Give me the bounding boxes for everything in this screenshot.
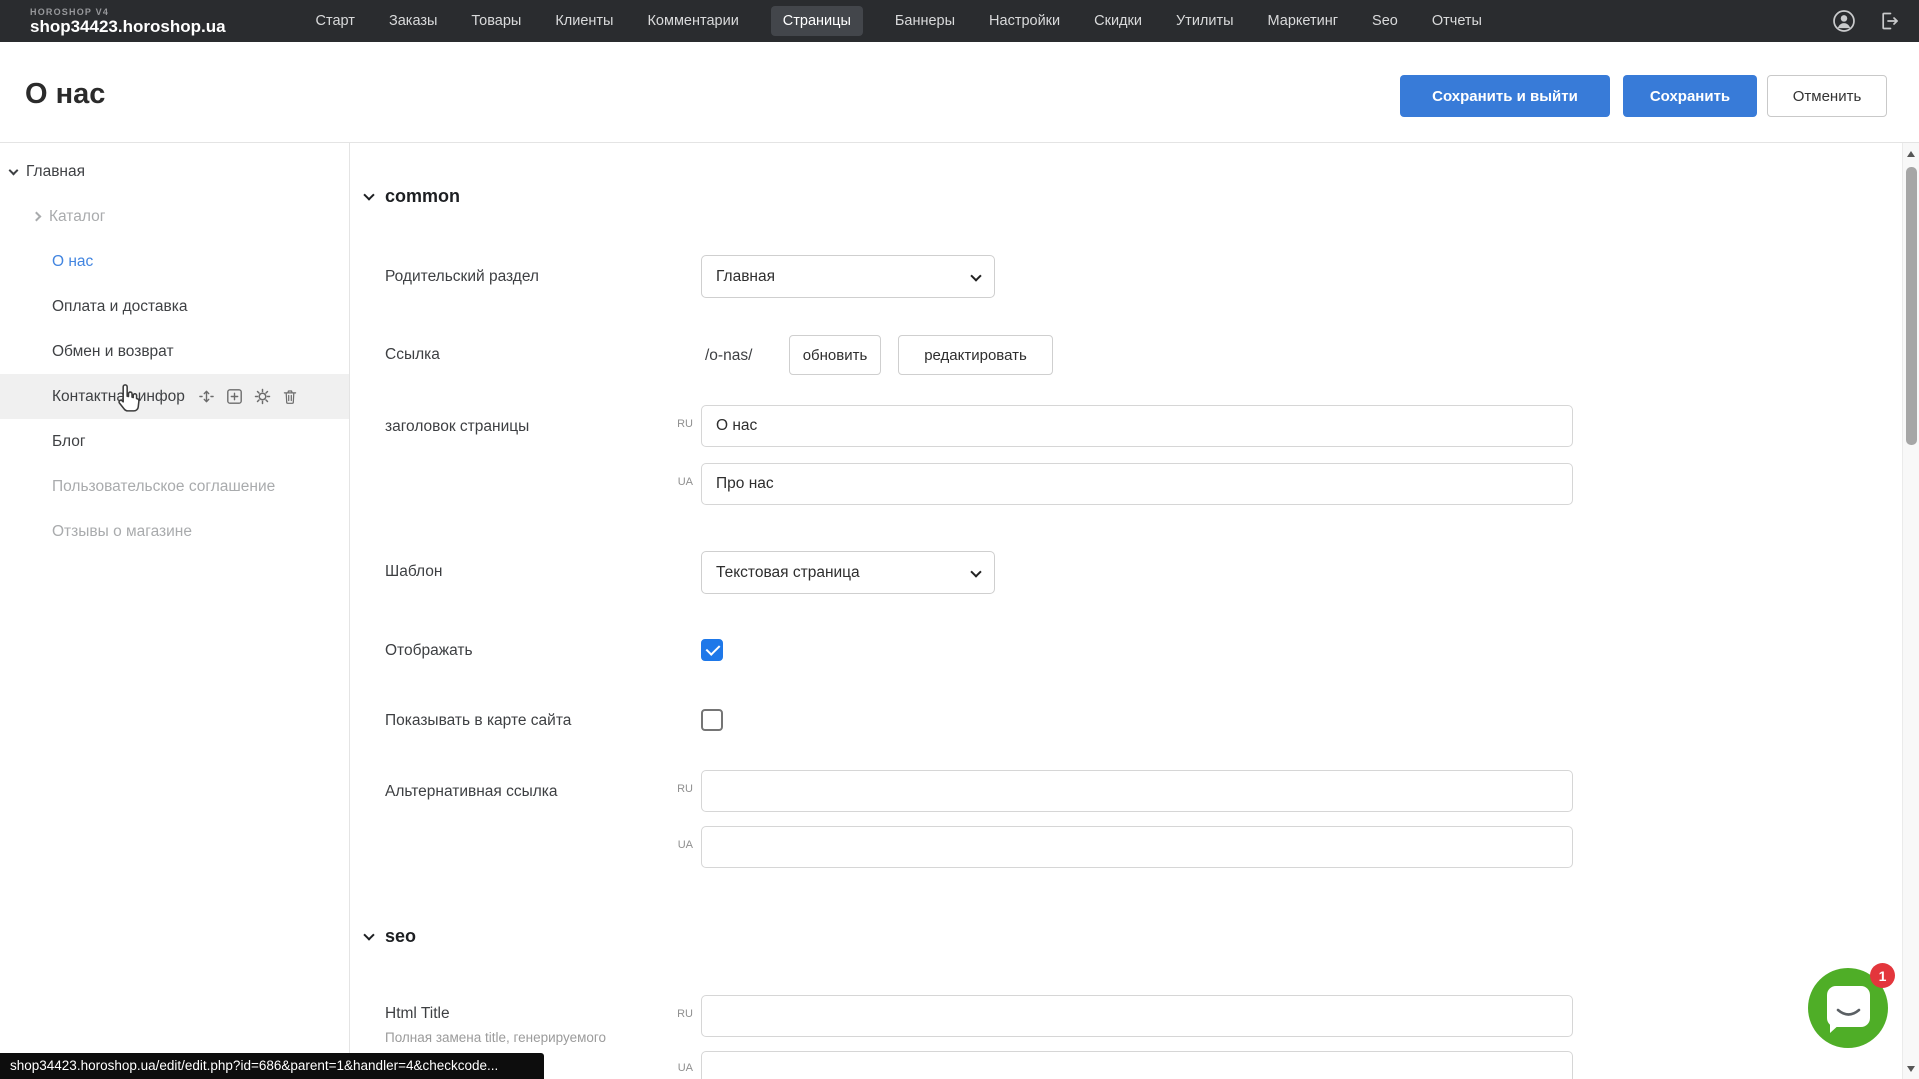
menu-item-settings[interactable]: Настройки [987,6,1062,36]
chat-bubble-icon [1827,986,1870,1027]
alt-link-ru-input[interactable] [701,770,1573,812]
lang-badge-ua: UA [660,476,693,488]
menu-item-reports[interactable]: Отчеты [1430,6,1484,36]
top-navigation-bar: HOROSHOP V4 shop34423.horoshop.ua Старт … [0,0,1919,42]
logout-icon[interactable] [1877,9,1901,33]
menu-item-seo[interactable]: Seo [1370,6,1400,36]
menu-item-discounts[interactable]: Скидки [1092,6,1144,36]
html-title-ru-input[interactable] [701,995,1573,1037]
tree-item-exchange-return[interactable]: Обмен и возврат [0,329,349,374]
section-collapse-icon [363,189,374,200]
add-page-icon[interactable] [226,388,243,405]
chat-unread-badge: 1 [1870,963,1895,988]
tree-item-user-agreement[interactable]: Пользовательское соглашение [0,464,349,509]
scroll-up-arrow-icon[interactable] [1907,151,1915,157]
page-title-ru-input[interactable] [701,405,1573,447]
tree-item-contact-info[interactable]: Контактная инфор [0,374,349,419]
pages-tree-sidebar: Главная Каталог О нас Оплата и доставка … [0,143,350,1079]
admin-page: HOROSHOP V4 shop34423.horoshop.ua Старт … [0,0,1919,1079]
section-seo[interactable]: seo [365,926,416,947]
lang-badge-ua: UA [660,1062,693,1074]
vertical-scrollbar[interactable] [1902,143,1919,1079]
lang-badge-ru: RU [660,1008,693,1020]
lang-badge-ru: RU [660,418,693,430]
tree-item-store-reviews[interactable]: Отзывы о магазине [0,509,349,554]
chevron-down-icon[interactable] [9,165,19,175]
lang-badge-ua: UA [660,839,693,851]
tree-row-actions [198,388,298,405]
page-title: О нас [25,78,105,111]
menu-item-comments[interactable]: Комментарии [645,6,740,36]
section-collapse-icon [363,929,374,940]
html-title-ua-input[interactable] [701,1051,1573,1079]
link-label: Ссылка [385,346,440,364]
parent-section-label: Родительский раздел [385,268,539,286]
delete-trash-icon[interactable] [282,388,298,405]
lang-badge-ru: RU [660,783,693,795]
select-chevron-icon [970,566,981,577]
parent-section-select[interactable]: Главная [701,255,995,298]
menu-item-marketing[interactable]: Маркетинг [1266,6,1341,36]
brand-domain: shop34423.horoshop.ua [30,18,226,35]
move-icon[interactable] [198,388,215,405]
chevron-right-icon[interactable] [32,212,42,222]
tree-item-about[interactable]: О нас [0,239,349,284]
sitemap-checkbox[interactable] [701,709,723,731]
save-and-exit-button[interactable]: Сохранить и выйти [1400,75,1610,117]
html-title-label: Html Title [385,1005,450,1023]
chat-widget-button[interactable]: 1 [1808,968,1888,1048]
tree-item-payment-delivery[interactable]: Оплата и доставка [0,284,349,329]
template-label: Шаблон [385,563,442,581]
menu-item-start[interactable]: Старт [314,6,357,36]
display-label: Отображать [385,642,473,660]
page-title-ua-input[interactable] [701,463,1573,505]
link-refresh-button[interactable]: обновить [789,335,881,375]
sitemap-label: Показывать в карте сайта [385,712,571,730]
menu-item-orders[interactable]: Заказы [387,6,439,36]
save-button[interactable]: Сохранить [1623,75,1757,117]
menu-item-utilities[interactable]: Утилиты [1174,6,1236,36]
menu-item-pages[interactable]: Страницы [771,6,863,36]
scroll-down-arrow-icon[interactable] [1907,1066,1915,1072]
main-menu: Старт Заказы Товары Клиенты Комментарии … [314,6,1484,36]
display-checkbox[interactable] [701,639,723,661]
menu-item-banners[interactable]: Баннеры [893,6,957,36]
account-icon[interactable] [1831,8,1857,34]
tree-item-catalog[interactable]: Каталог [0,194,349,239]
topbar-actions [1831,8,1901,34]
scrollbar-thumb[interactable] [1906,167,1917,445]
cancel-button[interactable]: Отменить [1767,75,1887,117]
select-chevron-icon [970,270,981,281]
link-path: /o-nas/ [705,347,752,365]
alt-link-label: Альтернативная ссылка [385,783,558,801]
brand-logo[interactable]: HOROSHOP V4 shop34423.horoshop.ua [30,8,226,35]
tree-item-blog[interactable]: Блог [0,419,349,464]
menu-item-clients[interactable]: Клиенты [553,6,615,36]
html-title-hint: Полная замена title, генерируемого [385,1030,606,1045]
page-title-field-label: заголовок страницы [385,418,529,436]
tree-item-home[interactable]: Главная [0,149,349,194]
template-select[interactable]: Текстовая страница [701,551,995,594]
alt-link-ua-input[interactable] [701,826,1573,868]
settings-gear-icon[interactable] [254,388,271,405]
menu-item-products[interactable]: Товары [469,6,523,36]
brand-version: HOROSHOP V4 [30,8,226,17]
section-common[interactable]: common [365,186,460,207]
link-edit-button[interactable]: редактировать [898,335,1053,375]
browser-status-url: shop34423.horoshop.ua/edit/edit.php?id=6… [0,1053,544,1079]
